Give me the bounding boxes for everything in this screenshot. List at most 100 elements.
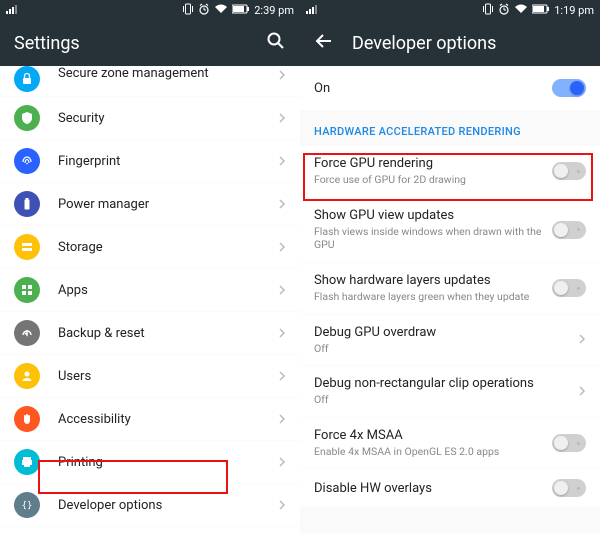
dev-row-title: Show hardware layers updates bbox=[314, 273, 544, 288]
settings-row-power-manager[interactable]: Power manager bbox=[0, 183, 300, 225]
chevron-right-icon bbox=[278, 281, 286, 300]
user-icon bbox=[14, 363, 40, 389]
settings-row-label: Fingerprint bbox=[58, 154, 278, 169]
wifi-icon bbox=[214, 4, 228, 17]
chevron-right-icon bbox=[278, 195, 286, 214]
devopts-icon: {} bbox=[14, 492, 40, 518]
dev-row-show-hardware-layers-updates[interactable]: Show hardware layers updates Flash hardwa… bbox=[300, 263, 600, 314]
dev-row-force-4x-msaa[interactable]: Force 4x MSAA Enable 4x MSAA in OpenGL ES… bbox=[300, 418, 600, 469]
master-switch-label: On bbox=[314, 81, 544, 96]
dev-row-subtitle: Flash hardware layers green when they up… bbox=[314, 290, 544, 304]
settings-row-label: Security bbox=[58, 111, 278, 126]
master-switch-row[interactable]: On bbox=[300, 66, 600, 110]
signal-icon bbox=[306, 4, 318, 17]
chevron-right-icon bbox=[278, 324, 286, 343]
settings-row-users[interactable]: Users bbox=[0, 355, 300, 397]
toggle-switch[interactable] bbox=[552, 221, 586, 239]
shield-icon bbox=[14, 105, 40, 131]
finger-icon bbox=[14, 148, 40, 174]
settings-row-label: Developer options bbox=[58, 498, 278, 513]
settings-row-label: Apps bbox=[58, 283, 278, 298]
chevron-right-icon bbox=[278, 238, 286, 257]
toggle-switch[interactable] bbox=[552, 434, 586, 452]
battery-icon bbox=[532, 4, 550, 17]
back-icon[interactable] bbox=[314, 31, 334, 55]
dev-row-force-gpu-rendering[interactable]: Force GPU rendering Force use of GPU for … bbox=[300, 146, 600, 197]
status-time: 2:39 pm bbox=[254, 4, 294, 17]
search-icon[interactable] bbox=[266, 31, 286, 55]
settings-row-developer-options[interactable]: {} Developer options bbox=[0, 484, 300, 526]
dev-row-title: Disable HW overlays bbox=[314, 481, 544, 496]
hand-icon bbox=[14, 406, 40, 432]
chevron-right-icon bbox=[578, 330, 586, 349]
battery-icon bbox=[14, 191, 40, 217]
page-title: Developer options bbox=[352, 33, 586, 54]
svg-text:{}: {} bbox=[22, 501, 33, 511]
settings-row-label: Printing bbox=[58, 455, 278, 470]
settings-row-accessibility[interactable]: Accessibility bbox=[0, 398, 300, 440]
settings-row-label: Users bbox=[58, 369, 278, 384]
chevron-right-icon bbox=[578, 382, 586, 401]
chevron-right-icon bbox=[278, 496, 286, 515]
page-title: Settings bbox=[14, 33, 248, 54]
dev-row-subtitle: Off bbox=[314, 393, 570, 407]
storage-icon bbox=[14, 234, 40, 260]
status-time: 1:19 pm bbox=[554, 4, 594, 17]
settings-row-backup-reset[interactable]: Backup & reset bbox=[0, 312, 300, 354]
settings-row-label: Secure zone management bbox=[58, 66, 278, 81]
dev-row-subtitle: Flash views inside windows when drawn wi… bbox=[314, 225, 544, 252]
dev-row-debug-gpu-overdraw[interactable]: Debug GPU overdraw Off bbox=[300, 315, 600, 366]
dev-row-disable-hw-overlays[interactable]: Disable HW overlays bbox=[300, 469, 600, 507]
print-icon bbox=[14, 449, 40, 475]
chevron-right-icon bbox=[278, 453, 286, 472]
settings-row-security[interactable]: Security bbox=[0, 97, 300, 139]
vibrate-icon bbox=[182, 3, 194, 18]
dev-row-title: Show GPU view updates bbox=[314, 208, 544, 223]
master-switch-toggle[interactable] bbox=[552, 79, 586, 97]
settings-row-label: Storage bbox=[58, 240, 278, 255]
dev-row-show-gpu-view-updates[interactable]: Show GPU view updates Flash views inside … bbox=[300, 198, 600, 262]
settings-row-apps[interactable]: Apps bbox=[0, 269, 300, 311]
backup-icon bbox=[14, 320, 40, 346]
settings-row-secure-zone-management[interactable]: Secure zone management bbox=[0, 66, 300, 96]
settings-row-label: Backup & reset bbox=[58, 326, 278, 341]
section-header-hardware: HARDWARE ACCELERATED RENDERING bbox=[300, 111, 600, 146]
settings-row-fingerprint[interactable]: Fingerprint bbox=[0, 140, 300, 182]
settings-row-printing[interactable]: Printing bbox=[0, 441, 300, 483]
battery-icon bbox=[232, 4, 250, 17]
toggle-switch[interactable] bbox=[552, 279, 586, 297]
dev-row-subtitle: Force use of GPU for 2D drawing bbox=[314, 173, 544, 187]
dev-row-title: Force GPU rendering bbox=[314, 156, 544, 171]
developer-options-pane: 1:19 pm Developer options On HARDWARE AC… bbox=[300, 0, 600, 533]
alarm-icon bbox=[498, 3, 510, 18]
dev-row-debug-non-rectangular-clip-operations[interactable]: Debug non-rectangular clip operations Off bbox=[300, 366, 600, 417]
status-bar-left: 2:39 pm bbox=[0, 0, 300, 20]
wifi-icon bbox=[514, 4, 528, 17]
status-bar-right: 1:19 pm bbox=[300, 0, 600, 20]
app-bar-dev-options: Developer options bbox=[300, 20, 600, 66]
vibrate-icon bbox=[482, 3, 494, 18]
dev-row-title: Force 4x MSAA bbox=[314, 428, 544, 443]
dev-row-subtitle: Enable 4x MSAA in OpenGL ES 2.0 apps bbox=[314, 445, 544, 459]
toggle-switch[interactable] bbox=[552, 162, 586, 180]
chevron-right-icon bbox=[278, 109, 286, 128]
dev-row-title: Debug GPU overdraw bbox=[314, 325, 570, 340]
alarm-icon bbox=[198, 3, 210, 18]
lock-icon bbox=[14, 66, 40, 92]
dev-row-subtitle: Off bbox=[314, 342, 570, 356]
settings-pane: 2:39 pm Settings Secure zone managementS… bbox=[0, 0, 300, 533]
dev-options-list: On HARDWARE ACCELERATED RENDERING Force … bbox=[300, 66, 600, 533]
settings-row-storage[interactable]: Storage bbox=[0, 226, 300, 268]
apps-icon bbox=[14, 277, 40, 303]
settings-list: Secure zone management Security Fingerprin… bbox=[0, 66, 300, 533]
settings-row-about-phone[interactable]: About phone bbox=[0, 527, 300, 533]
signal-icon bbox=[6, 4, 18, 17]
chevron-right-icon bbox=[278, 152, 286, 171]
settings-row-label: Accessibility bbox=[58, 412, 278, 427]
toggle-switch[interactable] bbox=[552, 479, 586, 497]
dev-row-title: Debug non-rectangular clip operations bbox=[314, 376, 570, 391]
chevron-right-icon bbox=[278, 367, 286, 386]
settings-row-label: Power manager bbox=[58, 197, 278, 212]
app-bar-settings: Settings bbox=[0, 20, 300, 66]
chevron-right-icon bbox=[278, 66, 286, 85]
